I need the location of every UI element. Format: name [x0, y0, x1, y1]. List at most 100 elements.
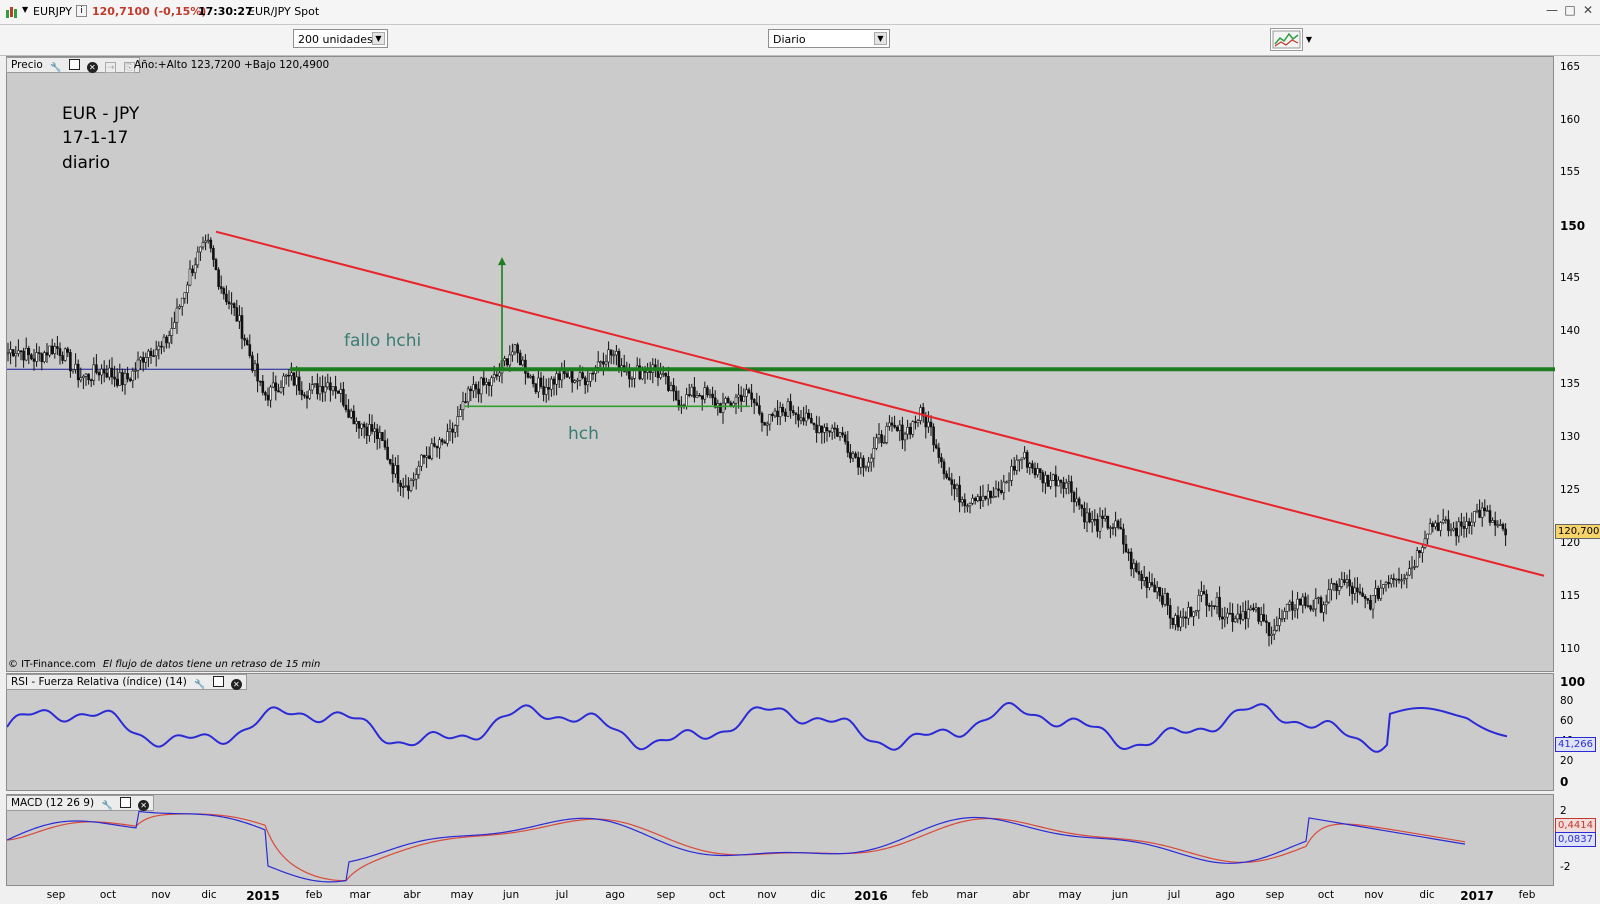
price-candle	[550, 376, 553, 397]
price-candle	[1304, 592, 1307, 609]
x-tick-label: jul	[1167, 889, 1181, 901]
price-candle	[1254, 602, 1258, 613]
price-candle	[1161, 587, 1164, 608]
price-candle	[357, 421, 361, 439]
price-candle	[245, 337, 249, 346]
close-button[interactable]: ✕	[1580, 3, 1596, 19]
price-candle	[108, 359, 111, 381]
price-candle	[193, 257, 197, 280]
price-candle	[976, 494, 980, 503]
trendline	[215, 230, 1545, 577]
price-candle	[466, 386, 470, 408]
price-candle	[1441, 508, 1445, 525]
price-candle	[1070, 475, 1073, 503]
x-tick-label: ago	[1215, 889, 1235, 901]
price-candle	[1418, 549, 1422, 558]
price-candle	[599, 360, 603, 368]
price-candle	[768, 413, 772, 431]
price-candle	[63, 347, 67, 362]
price-candle	[724, 396, 727, 410]
price-candle	[981, 484, 985, 508]
price-candle	[1298, 598, 1302, 606]
dropdown-caret-icon[interactable]: ▼	[22, 5, 28, 14]
price-candle	[1075, 487, 1078, 507]
price-candle	[1262, 603, 1266, 623]
chevron-down-icon[interactable]: ▼	[372, 32, 385, 45]
price-candle	[37, 346, 41, 362]
price-candle	[74, 353, 77, 374]
price-candle	[516, 342, 519, 363]
price-candle	[737, 383, 740, 409]
price-candle	[329, 376, 332, 402]
price-candle	[763, 421, 766, 426]
price-candle	[1314, 588, 1318, 617]
x-tick-label: dic	[810, 889, 826, 901]
price-candle	[1447, 510, 1450, 537]
price-candle	[1236, 603, 1240, 624]
units-select[interactable]: 200 unidades ▼	[293, 29, 388, 48]
price-candle	[105, 365, 109, 379]
price-candle	[1480, 502, 1484, 527]
price-candle	[750, 383, 753, 408]
price-candle	[609, 349, 613, 365]
price-candle	[966, 503, 969, 513]
price-candle	[745, 384, 748, 406]
price-candle	[1098, 507, 1102, 539]
price-y-tick: 145	[1560, 272, 1581, 285]
symbol-label: EURJPY	[33, 5, 72, 18]
price-candle	[498, 363, 501, 382]
price-candle	[846, 431, 850, 458]
price-candle	[1119, 518, 1123, 530]
price-candle	[1272, 618, 1276, 641]
chart-type-button[interactable]	[1270, 28, 1303, 51]
x-tick-label: jun	[502, 889, 520, 901]
price-candle	[557, 369, 561, 389]
price-candle	[674, 386, 678, 401]
price-candle	[1140, 570, 1143, 590]
price-candle	[206, 233, 210, 244]
price-candle	[1197, 589, 1201, 619]
chevron-down-icon[interactable]: ▼	[874, 32, 887, 45]
price-candle	[823, 423, 826, 444]
price-candle	[903, 431, 907, 452]
price-candle	[890, 416, 894, 432]
info-icon[interactable]: i	[76, 5, 87, 17]
price-candle	[1231, 603, 1234, 632]
target-arrow-head	[498, 257, 506, 266]
price-candle	[1142, 565, 1146, 587]
price-candle	[266, 387, 270, 407]
price-candle	[326, 373, 330, 390]
price-candle	[888, 415, 891, 431]
price-candle	[217, 267, 220, 290]
price-candle	[1083, 501, 1086, 530]
price-candle	[937, 442, 941, 464]
price-candle	[916, 419, 920, 428]
price-candle	[895, 425, 899, 432]
price-candle	[1168, 598, 1172, 629]
price-candle	[279, 380, 283, 394]
price-candle	[1135, 560, 1138, 573]
price-candle	[1114, 511, 1117, 537]
price-candle	[401, 477, 405, 498]
price-candle	[336, 390, 340, 394]
price-candle	[1431, 521, 1435, 533]
price-candle	[1023, 446, 1026, 460]
price-candle	[1374, 580, 1377, 604]
period-select[interactable]: Diario ▼	[768, 29, 890, 48]
minimize-button[interactable]: —	[1544, 3, 1560, 19]
price-candle	[1096, 513, 1099, 538]
x-tick-label: 2016	[854, 889, 888, 903]
price-candle	[1324, 594, 1328, 615]
price-candle	[147, 348, 150, 368]
x-tick-label: oct	[99, 889, 117, 901]
price-candle	[433, 436, 436, 448]
price-candle	[1051, 473, 1055, 482]
restore-button[interactable]: □	[1562, 3, 1578, 19]
price-candle	[305, 390, 309, 409]
price-candle	[1046, 474, 1050, 487]
macd-chart	[7, 810, 1466, 883]
price-candle	[602, 352, 605, 376]
price-candle	[1103, 507, 1107, 522]
chevron-down-icon[interactable]: ▼	[1304, 28, 1314, 51]
price-candle	[968, 502, 972, 514]
